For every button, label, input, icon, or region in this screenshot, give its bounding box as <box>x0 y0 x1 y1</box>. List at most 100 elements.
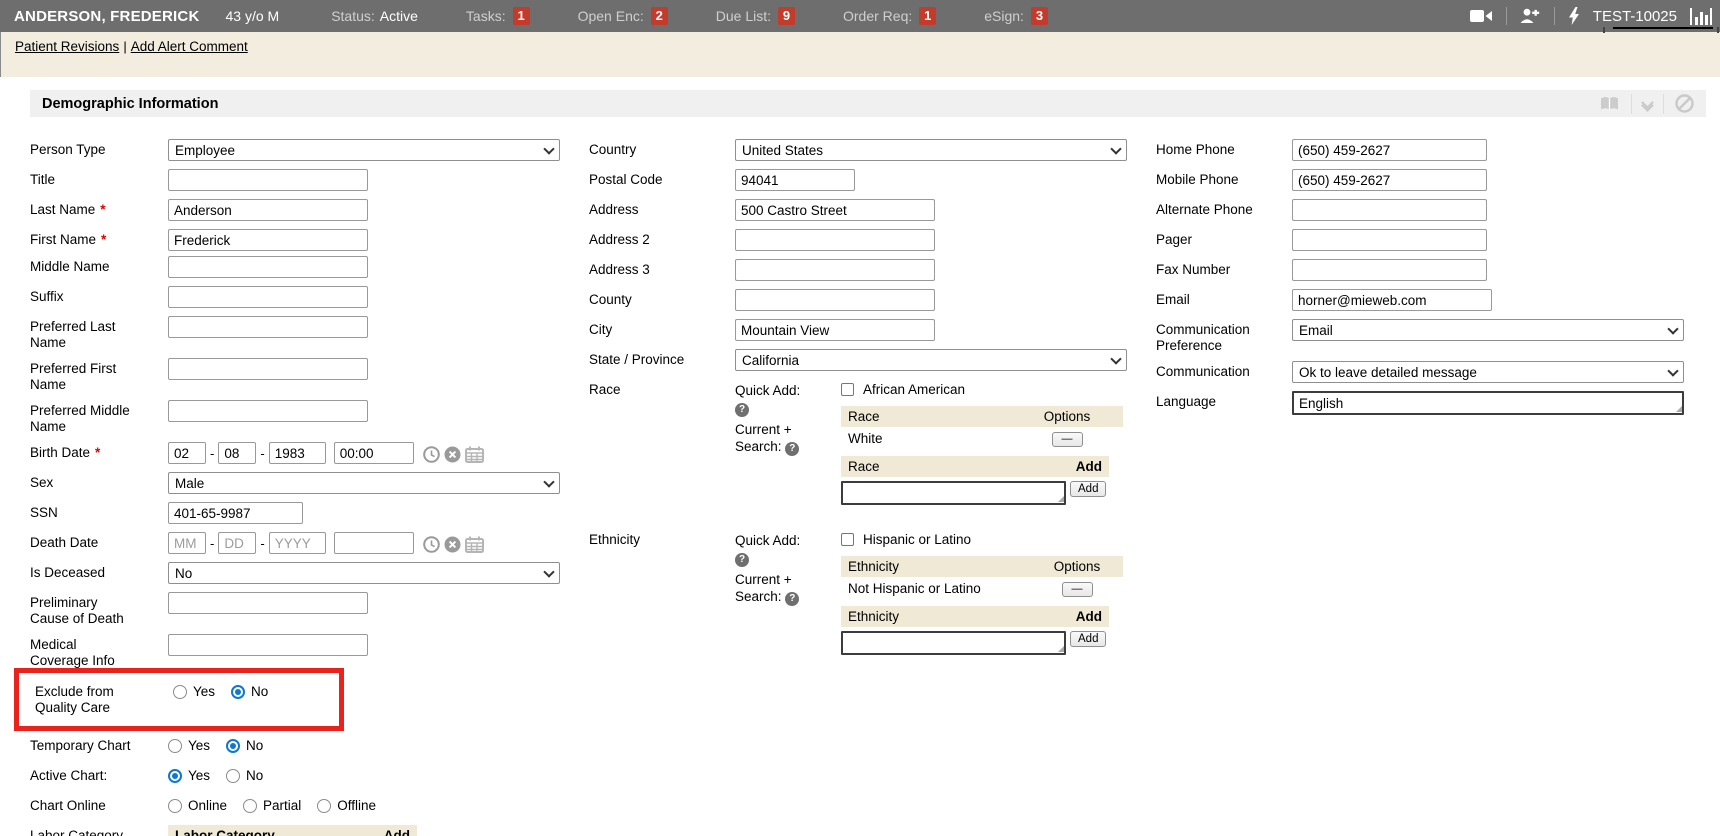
ethnicity-add-button[interactable]: Add <box>1070 631 1106 647</box>
ethnicity-remove-button[interactable]: — <box>1062 582 1093 597</box>
active-chart-no-radio[interactable] <box>226 769 240 783</box>
active-chart-label: Active Chart: <box>30 768 107 784</box>
address3-input[interactable] <box>735 259 935 281</box>
race-add-button[interactable]: Add <box>1070 481 1106 497</box>
esign-counter[interactable]: eSign: 3 <box>984 7 1048 25</box>
suffix-input[interactable] <box>168 286 368 308</box>
suffix-label: Suffix <box>30 289 64 305</box>
chevron-down-icon <box>543 476 554 487</box>
race-add-input[interactable] <box>841 481 1066 505</box>
pager-input[interactable] <box>1292 229 1487 251</box>
preferred-middle-name-label: Preferred Middle Name <box>30 403 134 435</box>
help-icon[interactable]: ? <box>785 442 799 456</box>
death-day-input[interactable] <box>218 532 256 554</box>
preferred-first-name-input[interactable] <box>168 358 368 380</box>
communication-row: Communication Ok to leave detailed messa… <box>1156 361 1706 384</box>
medical-coverage-input[interactable] <box>168 634 368 656</box>
mobile-phone-row: Mobile Phone <box>1156 169 1706 192</box>
esign-badge[interactable]: 3 <box>1031 7 1048 25</box>
title-input[interactable] <box>168 169 368 191</box>
communication-preference-select[interactable]: Email <box>1292 319 1684 341</box>
language-input[interactable] <box>1292 391 1684 415</box>
is-deceased-select[interactable]: No <box>168 562 560 584</box>
birth-month-input[interactable] <box>168 442 206 464</box>
ssn-input[interactable] <box>168 502 303 524</box>
open-enc-counter[interactable]: Open Enc: 2 <box>578 7 668 25</box>
alternate-phone-row: Alternate Phone <box>1156 199 1706 222</box>
city-input[interactable] <box>735 319 935 341</box>
active-chart-yes-radio[interactable] <box>168 769 182 783</box>
death-time-input[interactable] <box>334 532 414 554</box>
county-input[interactable] <box>735 289 935 311</box>
mobile-phone-input[interactable] <box>1292 169 1487 191</box>
add-alert-comment-link[interactable]: Add Alert Comment <box>131 39 248 54</box>
help-icon[interactable]: ? <box>735 403 749 417</box>
clear-date-icon[interactable] <box>444 446 461 463</box>
birth-time-input[interactable] <box>334 442 414 464</box>
status-value: Active <box>380 8 418 24</box>
book-icon[interactable] <box>1599 95 1620 112</box>
patient-revisions-link[interactable]: Patient Revisions <box>15 39 119 54</box>
temporary-chart-no-radio[interactable] <box>226 739 240 753</box>
open-enc-badge[interactable]: 2 <box>651 7 668 25</box>
calendar-icon[interactable] <box>465 446 484 463</box>
chart-online-partial-radio[interactable] <box>243 799 257 813</box>
ethnicity-hispanic-checkbox[interactable] <box>841 533 854 546</box>
chevron-down-icon <box>1110 143 1121 154</box>
ethnicity-add-input[interactable] <box>841 631 1066 655</box>
video-camera-icon[interactable] <box>1470 9 1493 23</box>
birth-day-input[interactable] <box>218 442 256 464</box>
first-name-input[interactable] <box>168 229 368 251</box>
race-row: Race Quick Add: ? Current + Search: ? Af… <box>589 379 1156 505</box>
sex-select[interactable]: Male <box>168 472 560 494</box>
ethnicity-quick-add-label: Quick Add: <box>735 532 841 549</box>
help-icon[interactable]: ? <box>785 592 799 606</box>
exclude-quality-yes-radio[interactable] <box>173 685 187 699</box>
calendar-icon[interactable] <box>465 536 484 553</box>
sex-row: Sex Male <box>30 472 589 495</box>
tasks-badge[interactable]: 1 <box>513 7 530 25</box>
chart-online-online-radio[interactable] <box>168 799 182 813</box>
alternate-phone-input[interactable] <box>1292 199 1487 221</box>
bar-chart-icon[interactable] <box>1690 8 1712 25</box>
lightning-icon[interactable] <box>1568 7 1580 25</box>
home-phone-input[interactable] <box>1292 139 1487 161</box>
preferred-last-name-input[interactable] <box>168 316 368 338</box>
no-label: No <box>251 684 268 699</box>
due-list-label: Due List: <box>716 8 771 24</box>
add-person-icon[interactable] <box>1520 8 1541 24</box>
email-input[interactable] <box>1292 289 1492 311</box>
due-list-counter[interactable]: Due List: 9 <box>716 7 795 25</box>
clock-icon[interactable] <box>423 536 440 553</box>
due-list-badge[interactable]: 9 <box>778 7 795 25</box>
temporary-chart-yes-radio[interactable] <box>168 739 182 753</box>
person-type-select[interactable]: Employee <box>168 139 560 161</box>
collapse-chevrons-icon[interactable] <box>1643 98 1652 110</box>
order-req-counter[interactable]: Order Req: 1 <box>843 7 936 25</box>
circle-slash-icon[interactable] <box>1675 94 1694 113</box>
fax-number-input[interactable] <box>1292 259 1487 281</box>
clear-date-icon[interactable] <box>444 536 461 553</box>
clock-icon[interactable] <box>423 446 440 463</box>
birth-year-input[interactable] <box>269 442 326 464</box>
chart-online-offline-radio[interactable] <box>317 799 331 813</box>
death-month-input[interactable] <box>168 532 206 554</box>
address2-input[interactable] <box>735 229 935 251</box>
country-select[interactable]: United States <box>735 139 1127 161</box>
preferred-middle-name-input[interactable] <box>168 400 368 422</box>
race-remove-button[interactable]: — <box>1052 432 1083 447</box>
exclude-quality-no-radio[interactable] <box>231 685 245 699</box>
death-year-input[interactable] <box>269 532 326 554</box>
postal-code-input[interactable] <box>735 169 855 191</box>
no-label: No <box>246 768 263 783</box>
race-african-american-checkbox[interactable] <box>841 383 854 396</box>
help-icon[interactable]: ? <box>735 553 749 567</box>
tasks-counter[interactable]: Tasks: 1 <box>466 7 530 25</box>
communication-select[interactable]: Ok to leave detailed message <box>1292 361 1684 383</box>
middle-name-input[interactable] <box>168 256 368 278</box>
state-province-select[interactable]: California <box>735 349 1127 371</box>
address-input[interactable] <box>735 199 935 221</box>
preliminary-cause-input[interactable] <box>168 592 368 614</box>
order-req-badge[interactable]: 1 <box>919 7 936 25</box>
last-name-input[interactable] <box>168 199 368 221</box>
